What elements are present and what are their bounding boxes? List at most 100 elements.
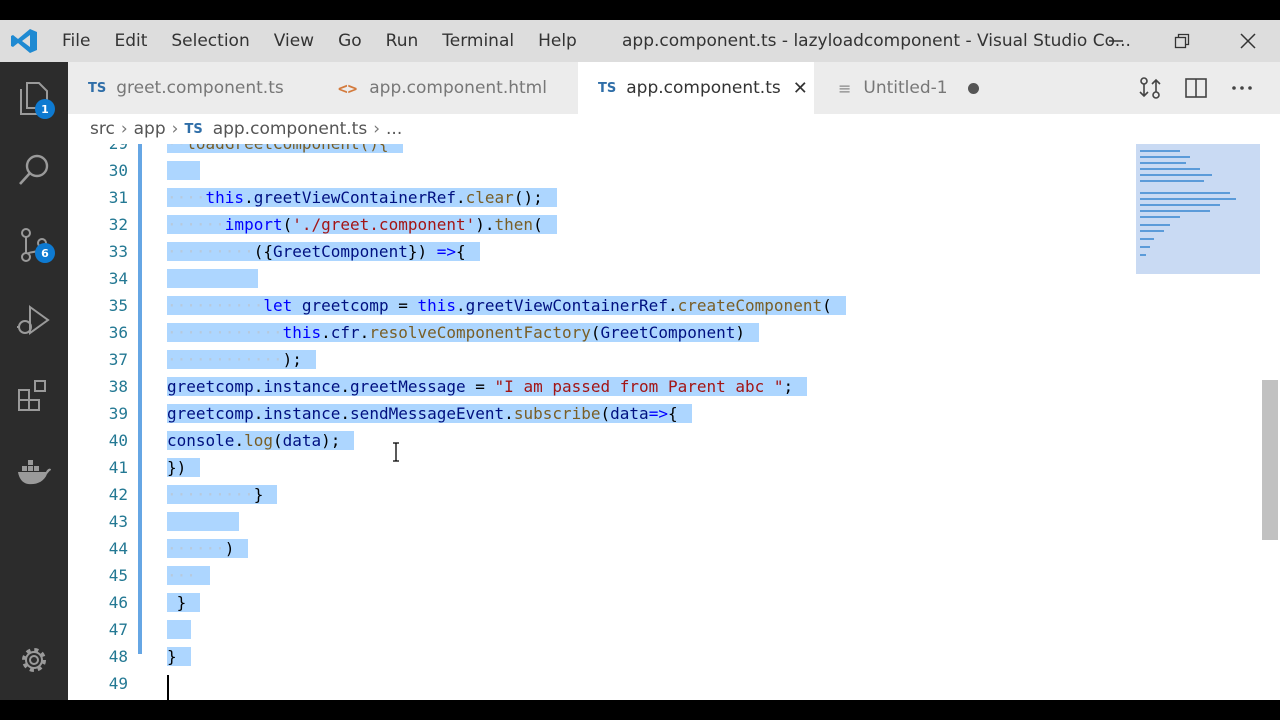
code-line: 46 } — [68, 589, 1128, 616]
code-line: 43 — [68, 508, 1128, 535]
code-text: ············); — [167, 346, 316, 373]
manage-button[interactable] — [0, 632, 68, 688]
restore-icon — [1174, 33, 1190, 49]
code-line: 31 ····this.greetViewContainerRef.clear(… — [68, 184, 1128, 211]
close-icon — [1240, 33, 1256, 49]
code-line: 40 console.log(data); — [68, 427, 1128, 454]
code-line: 29 ··loadGreetComponent(){ — [68, 144, 1128, 157]
menu-edit[interactable]: Edit — [102, 31, 159, 51]
source-control-button[interactable]: 6 — [0, 217, 68, 273]
code-text: ··········let greetcomp = this.greetView… — [167, 292, 846, 319]
tab-greet-component-ts[interactable]: TS greet.component.ts — [68, 62, 316, 114]
breadcrumb-symbol[interactable]: ... — [386, 119, 402, 139]
menu-file[interactable]: File — [50, 31, 102, 51]
close-window-button[interactable] — [1225, 20, 1271, 62]
code-text: ·········({GreetComponent}) =>{ — [167, 238, 480, 265]
code-text: ············this.cfr.resolveComponentFac… — [167, 319, 760, 346]
line-number: 41 — [108, 458, 128, 477]
breadcrumb-src[interactable]: src — [90, 119, 115, 139]
code-line: 30 — [68, 157, 1128, 184]
more-actions-icon[interactable] — [1230, 76, 1254, 100]
breadcrumb-app[interactable]: app — [134, 119, 166, 139]
code-text: }) — [167, 454, 201, 481]
code-line: 33 ·········({GreetComponent}) =>{ — [68, 238, 1128, 265]
tab-app-component-ts[interactable]: TS app.component.ts ✕ — [578, 62, 814, 114]
code-line: 39 greetcomp.instance.sendMessageEvent.s… — [68, 400, 1128, 427]
code-text: greetcomp.instance.sendMessageEvent.subs… — [167, 400, 692, 427]
screen-top-border — [0, 0, 1280, 20]
code-line: 32 ······import('./greet.component').the… — [68, 211, 1128, 238]
extensions-button[interactable] — [0, 367, 68, 423]
explorer-badge: 1 — [35, 99, 55, 119]
text-caret — [167, 675, 169, 700]
code-line: 48 } — [68, 643, 1128, 670]
minimap[interactable] — [1136, 144, 1260, 700]
line-number: 37 — [108, 350, 128, 369]
breadcrumb-file[interactable]: app.component.ts — [213, 119, 368, 139]
menu-help[interactable]: Help — [526, 31, 589, 51]
line-number: 30 — [108, 161, 128, 180]
code-text — [167, 616, 191, 643]
tab-untitled-1[interactable]: ≡ Untitled-1 — [814, 62, 1014, 114]
search-button[interactable] — [0, 142, 68, 198]
chevron-right-icon: › — [120, 119, 128, 139]
line-number: 44 — [108, 539, 128, 558]
run-debug-button[interactable] — [0, 292, 68, 348]
chevron-right-icon: › — [171, 119, 179, 139]
code-text: ······) — [167, 535, 249, 562]
docker-button[interactable] — [0, 444, 68, 500]
search-icon — [19, 154, 49, 185]
line-number: 34 — [108, 269, 128, 288]
window-title: app.component.ts - lazyloadcomponent - V… — [622, 31, 1131, 51]
line-number: 40 — [108, 431, 128, 450]
typescript-file-icon: TS — [88, 80, 107, 96]
line-number: 48 — [108, 647, 128, 666]
chevron-right-icon: › — [373, 119, 381, 139]
code-text: ······import('./greet.component').then( — [167, 211, 557, 238]
plain-text-file-icon: ≡ — [838, 78, 852, 98]
vertical-scrollbar[interactable] — [1260, 144, 1280, 700]
compare-changes-icon[interactable] — [1138, 76, 1162, 100]
minimize-button[interactable] — [1093, 20, 1139, 62]
unsaved-dot-icon[interactable] — [967, 82, 979, 94]
line-number: 32 — [108, 215, 128, 234]
line-number: 45 — [108, 566, 128, 585]
line-number: 43 — [108, 512, 128, 531]
tab-app-component-html[interactable]: <> app.component.html — [316, 62, 578, 114]
code-line: 37 ············); — [68, 346, 1128, 373]
tab-label: app.component.ts — [626, 78, 781, 98]
split-editor-icon[interactable] — [1184, 76, 1208, 100]
line-number: 42 — [108, 485, 128, 504]
code-text: greetcomp.instance.greetMessage = "I am … — [167, 373, 808, 400]
code-editor[interactable]: 29 ··loadGreetComponent(){ 30 31 ····thi… — [68, 144, 1280, 700]
code-line: 35 ··········let greetcomp = this.greetV… — [68, 292, 1128, 319]
run-debug-icon — [17, 305, 50, 335]
scm-badge: 6 — [35, 243, 55, 263]
text-cursor-icon — [393, 442, 399, 462]
tab-close-icon[interactable]: ✕ — [793, 78, 808, 99]
code-line: 38 greetcomp.instance.greetMessage = "I … — [68, 373, 1128, 400]
code-line: 42 ·········} — [68, 481, 1128, 508]
menu-selection[interactable]: Selection — [159, 31, 261, 51]
code-text — [167, 265, 259, 292]
explorer-button[interactable]: 1 — [0, 70, 68, 126]
minimize-icon — [1109, 40, 1123, 42]
menu-go[interactable]: Go — [326, 31, 374, 51]
extensions-icon — [18, 380, 46, 411]
html-file-icon: <> — [338, 78, 358, 98]
code-text: ··loadGreetComponent(){ — [167, 144, 403, 157]
menu-terminal[interactable]: Terminal — [430, 31, 526, 51]
line-number: 49 — [108, 674, 128, 693]
menu-run[interactable]: Run — [374, 31, 431, 51]
restore-button[interactable] — [1159, 20, 1205, 62]
tab-label: app.component.html — [369, 78, 547, 98]
scrollbar-thumb[interactable] — [1262, 380, 1278, 540]
code-text: } — [167, 643, 191, 670]
line-number: 29 — [68, 144, 128, 157]
code-line: 49 — [68, 670, 1128, 697]
code-line: 44 ······) — [68, 535, 1128, 562]
menu-view[interactable]: View — [262, 31, 326, 51]
line-number: 33 — [108, 242, 128, 261]
editor-actions — [1138, 62, 1254, 114]
code-text — [167, 508, 239, 535]
